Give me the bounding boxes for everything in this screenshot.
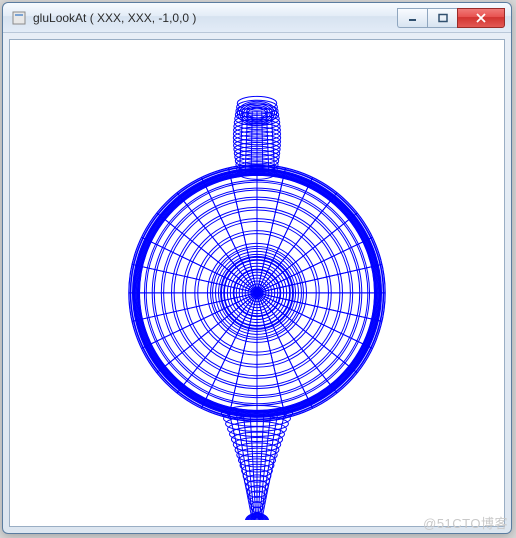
titlebar[interactable]: gluLookAt ( XXX, XXX, -1,0,0 ) (3, 3, 511, 33)
minimize-button[interactable] (397, 8, 427, 28)
window-controls (397, 8, 505, 28)
window-title: gluLookAt ( XXX, XXX, -1,0,0 ) (33, 11, 397, 25)
maximize-button[interactable] (427, 8, 457, 28)
client-area (9, 39, 505, 527)
app-icon (11, 10, 27, 26)
opengl-viewport (16, 46, 498, 520)
close-button[interactable] (457, 8, 505, 28)
teapot-wireframe (16, 46, 498, 520)
application-window: gluLookAt ( XXX, XXX, -1,0,0 ) (2, 2, 512, 534)
